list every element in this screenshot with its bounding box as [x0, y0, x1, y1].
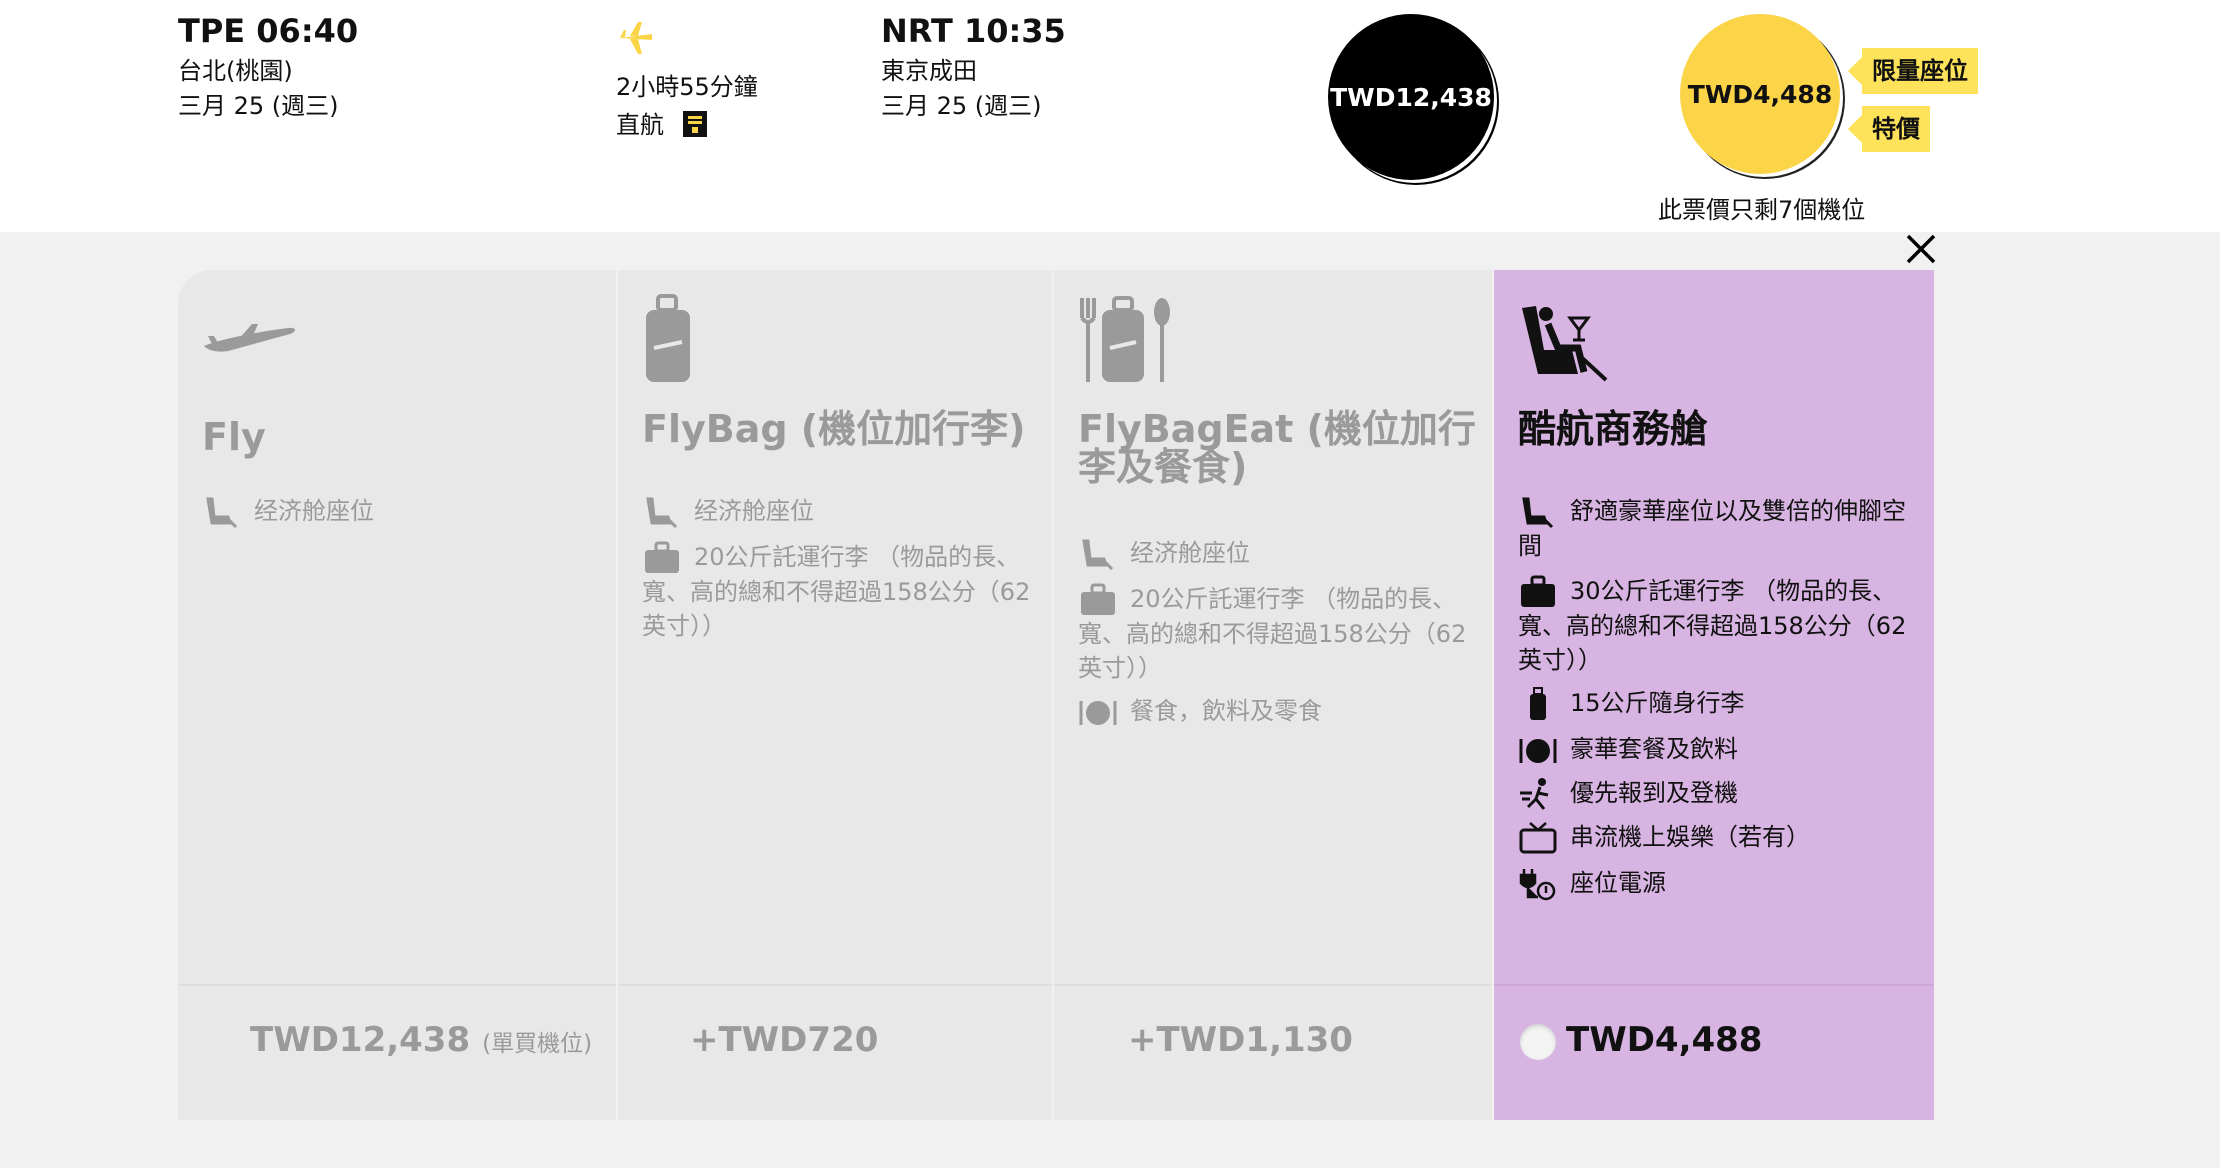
- feature-seat: 舒適豪華座位以及雙倍的伸腳空間: [1518, 494, 1918, 563]
- feature-checked-bag: 20公斤託運行李 （物品的長、寬、高的總和不得超過158公分（62英寸））: [642, 540, 1042, 643]
- fare-title: FlyBagEat (機位加行李及餐食): [1078, 407, 1476, 489]
- feature-text: 经济舱座位: [1130, 539, 1250, 567]
- checked-bag-icon: [645, 541, 679, 573]
- feature-text: 座位電源: [1570, 869, 1666, 897]
- feature-text: 15公斤隨身行李: [1570, 689, 1745, 717]
- close-icon[interactable]: [1904, 232, 1938, 266]
- feature-meal: 餐食，飲料及零食: [1078, 694, 1478, 729]
- feature-text: 20公斤託運行李 （物品的長、寬、高的總和不得超過158公分（62英寸））: [642, 543, 1031, 640]
- feature-text: 餐食，飲料及零食: [1130, 697, 1322, 725]
- feature-meal: 豪華套餐及飲料: [1518, 732, 1918, 767]
- feature-seat-power: 座位電源: [1518, 866, 1918, 901]
- feature-carry-on: 15公斤隨身行李: [1518, 686, 1918, 721]
- fare-footer: +TWD1,130: [1054, 984, 1492, 1122]
- flight-duration: 2小時55分鐘: [616, 73, 758, 101]
- meal-icon: [1519, 739, 1557, 763]
- fare-column-flybag[interactable]: FlyBag (機位加行李) 经济舱座位 20公斤託運行李 （物品的長、寬、高的…: [618, 270, 1052, 1120]
- regular-fare-button[interactable]: TWD12,438: [1328, 14, 1494, 180]
- feature-text: 優先報到及登機: [1570, 779, 1738, 807]
- feature-text: 串流機上娛樂（若有）: [1570, 823, 1810, 851]
- feature-text: 30公斤託運行李 （物品的長、寬、高的總和不得超過158公分（62英寸））: [1518, 577, 1907, 674]
- business-seat-icon: [1522, 306, 1608, 382]
- fare-price: TWD4,488: [1566, 1020, 1763, 1060]
- carry-on-icon: [1530, 687, 1546, 720]
- feature-text: 20公斤託運行李 （物品的長、寬、高的總和不得超過158公分（62英寸））: [1078, 585, 1467, 682]
- special-offer-tag: 特價: [1848, 106, 1930, 152]
- fare-column-business[interactable]: 酷航商務艙 舒適豪華座位以及雙倍的伸腳空間 30公斤託運行李 （物品的長、寬、高…: [1494, 270, 1934, 1120]
- arrival-city: 東京成田: [881, 57, 977, 85]
- suitcase-icon: [646, 294, 690, 382]
- price-note: (單買機位): [482, 1031, 593, 1057]
- seats-left-note: 此票價只剩7個機位: [1658, 196, 1866, 224]
- info-icon: [683, 111, 707, 137]
- fare-price: +TWD1,130: [1128, 1020, 1353, 1060]
- fare-footer: TWD4,488: [1494, 984, 1934, 1122]
- feature-text: 经济舱座位: [694, 497, 814, 525]
- arrival-time: NRT 10:35: [881, 12, 1066, 50]
- price-value: TWD12,438: [250, 1020, 471, 1060]
- checked-bag-icon: [1521, 575, 1555, 607]
- fare-price: TWD12,438 (單買機位): [250, 1020, 592, 1060]
- feature-checked-bag: 20公斤託運行李 （物品的長、寬、高的總和不得超過158公分（62英寸））: [1078, 582, 1478, 685]
- suitcase-utensils-icon: [1080, 296, 1170, 382]
- seat-icon: [1082, 539, 1114, 571]
- arrival-date: 三月 25 (週三): [881, 92, 1042, 120]
- meal-icon: [1079, 701, 1117, 725]
- departure-city: 台北(桃園): [178, 57, 293, 85]
- feature-seat: 经济舱座位: [1078, 536, 1478, 571]
- fare-title: Fly: [202, 415, 266, 459]
- checked-bag-icon: [1081, 583, 1115, 615]
- tv-icon: [1519, 822, 1557, 854]
- feature-entertainment: 串流機上娛樂（若有）: [1518, 820, 1918, 855]
- feature-text: 经济舱座位: [254, 497, 374, 525]
- fare-title: 酷航商務艙: [1518, 407, 1709, 451]
- fare-title: FlyBag (機位加行李): [642, 407, 1026, 451]
- limited-seats-tag: 限量座位: [1848, 48, 1978, 94]
- airplane-icon: [620, 22, 652, 54]
- fare-footer: +TWD720: [618, 984, 1052, 1122]
- seat-icon: [646, 497, 678, 529]
- power-outlet-icon: [1519, 869, 1556, 901]
- deal-fare-button[interactable]: TWD4,488: [1680, 14, 1840, 174]
- feature-seat: 经济舱座位: [642, 494, 1042, 529]
- fare-footer: TWD12,438 (單買機位): [178, 984, 616, 1122]
- fare-radio-business[interactable]: [1520, 1024, 1556, 1060]
- feature-text: 舒適豪華座位以及雙倍的伸腳空間: [1518, 497, 1906, 560]
- fare-price: +TWD720: [690, 1020, 879, 1060]
- feature-priority-boarding: 優先報到及登機: [1518, 776, 1918, 811]
- feature-seat: 经济舱座位: [202, 494, 602, 529]
- direct-label: 直航: [616, 111, 664, 139]
- feature-checked-bag: 30公斤託運行李 （物品的長、寬、高的總和不得超過158公分（62英寸））: [1518, 574, 1918, 677]
- departure-date: 三月 25 (週三): [178, 92, 339, 120]
- flight-summary: TPE 06:40 台北(桃園) 三月 25 (週三) 2小時55分鐘 直航 N…: [0, 0, 2220, 232]
- departure-time: TPE 06:40: [178, 12, 359, 50]
- seat-icon: [206, 497, 238, 529]
- seat-icon: [1522, 497, 1554, 529]
- fare-column-flybageat[interactable]: FlyBagEat (機位加行李及餐食) 经济舱座位 20公斤託運行李 （物品的…: [1054, 270, 1492, 1120]
- fare-column-fly[interactable]: Fly 经济舱座位 TWD12,438 (單買機位): [178, 270, 616, 1120]
- feature-text: 豪華套餐及飲料: [1570, 735, 1738, 763]
- airplane-icon: [204, 324, 295, 352]
- priority-boarding-icon: [1520, 778, 1549, 810]
